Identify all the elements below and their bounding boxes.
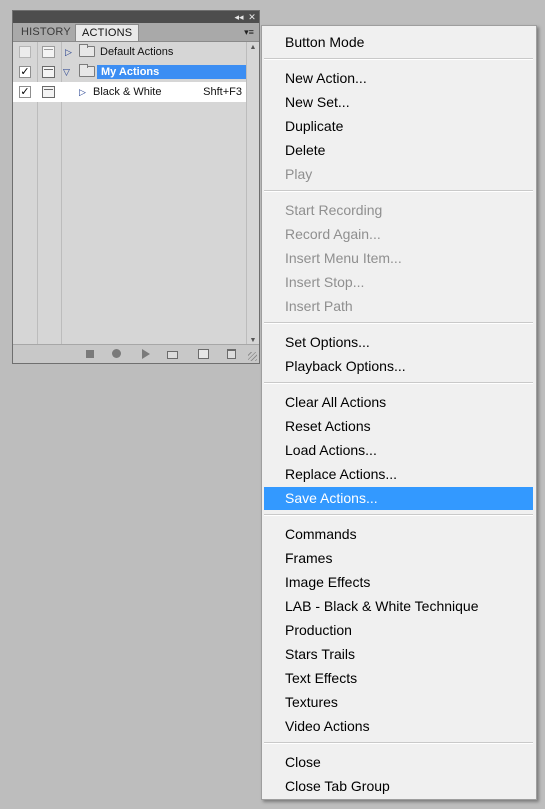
scroll-up-icon[interactable]: ▲ [247, 42, 259, 54]
menu-item-delete[interactable]: Delete [264, 139, 533, 161]
menu-item-clear-all-actions[interactable]: Clear All Actions [264, 391, 533, 413]
item-toggle-checkbox[interactable]: ✓ [19, 86, 31, 98]
menu-separator [264, 190, 533, 192]
menu-item-duplicate[interactable]: Duplicate [264, 115, 533, 137]
folder-icon [79, 44, 95, 57]
record-icon[interactable] [112, 349, 121, 358]
menu-item-insert-stop: Insert Stop... [285, 274, 365, 290]
dialog-toggle-icon[interactable] [42, 66, 55, 78]
panel-tabs: HISTORY ACTIONS ▾≡ [13, 23, 259, 42]
tab-history[interactable]: HISTORY [15, 24, 77, 41]
resize-grip-icon[interactable] [248, 352, 257, 361]
expand-triangle-icon[interactable]: ▷ [65, 47, 72, 57]
collapse-panel-icon[interactable]: ◂◂ [233, 11, 245, 23]
menu-separator [264, 322, 533, 324]
menu-separator [264, 58, 533, 60]
menu-item-frames[interactable]: Frames [264, 547, 533, 569]
dialog-toggle-icon[interactable] [42, 46, 55, 58]
menu-item-button-mode[interactable]: Button Mode [264, 31, 533, 53]
menu-item-set-options[interactable]: Set Options... [264, 331, 533, 353]
menu-item-start-recording: Start Recording [285, 202, 383, 218]
folder-icon [79, 64, 95, 77]
menu-item-new-action[interactable]: New Action... [264, 67, 533, 89]
menu-item-stars-trails[interactable]: Stars Trails [264, 643, 533, 665]
panel-bottom-toolbar [13, 344, 259, 363]
menu-item-video-actions[interactable]: Video Actions [264, 715, 533, 737]
menu-item-text-effects[interactable]: Text Effects [264, 667, 533, 689]
menu-item-commands[interactable]: Commands [264, 523, 533, 545]
actions-list: ▷ Default Actions ✓ ▽ My Actions ✓ ▷ Bla… [13, 42, 259, 347]
action-set-row-selected[interactable]: ✓ ▽ My Actions [13, 62, 246, 82]
new-action-icon[interactable] [198, 349, 209, 359]
expand-triangle-icon[interactable]: ▷ [79, 87, 86, 97]
menu-separator [264, 382, 533, 384]
stop-icon[interactable] [86, 350, 94, 358]
panel-title-bar[interactable]: ◂◂ ✕ [13, 11, 259, 23]
trash-icon[interactable] [227, 349, 236, 359]
menu-separator [264, 742, 533, 744]
menu-item-replace-actions[interactable]: Replace Actions... [264, 463, 533, 485]
menu-item-insert-path: Insert Path [285, 298, 353, 314]
tab-actions[interactable]: ACTIONS [75, 24, 140, 41]
action-set-label: My Actions [97, 65, 246, 79]
item-toggle-checkbox[interactable]: ✓ [19, 66, 31, 78]
menu-item-insert-menu-item: Insert Menu Item... [285, 250, 402, 266]
menu-item-load-actions[interactable]: Load Actions... [264, 439, 533, 461]
panel-menu-icon[interactable]: ▾≡ [242, 26, 256, 38]
menu-item-save-actions[interactable]: Save Actions... [264, 487, 533, 510]
menu-item-play: Play [285, 166, 313, 182]
play-icon[interactable] [142, 349, 150, 359]
action-set-label: Default Actions [100, 46, 174, 58]
close-panel-icon[interactable]: ✕ [246, 11, 258, 23]
menu-item-record-again: Record Again... [285, 226, 381, 242]
actions-panel: ◂◂ ✕ HISTORY ACTIONS ▾≡ ▷ Default Action… [12, 10, 260, 364]
action-shortcut: Shft+F3 [203, 86, 242, 98]
menu-item-close[interactable]: Close [264, 751, 533, 773]
menu-item-production[interactable]: Production [264, 619, 533, 641]
menu-item-lab-black-white[interactable]: LAB - Black & White Technique [264, 595, 533, 617]
collapse-triangle-icon[interactable]: ▽ [63, 67, 70, 77]
dialog-toggle-icon[interactable] [42, 86, 55, 98]
menu-item-textures[interactable]: Textures [264, 691, 533, 713]
menu-item-close-tab-group[interactable]: Close Tab Group [264, 775, 533, 797]
new-set-icon[interactable] [167, 351, 178, 359]
action-set-row[interactable]: ▷ Default Actions [13, 42, 246, 62]
menu-item-new-set[interactable]: New Set... [264, 91, 533, 113]
menu-item-playback-options[interactable]: Playback Options... [264, 355, 533, 377]
menu-item-reset-actions[interactable]: Reset Actions [264, 415, 533, 437]
actions-panel-menu: Button Mode New Action... New Set... Dup… [261, 25, 537, 800]
action-row[interactable]: ✓ ▷ Black & White Shft+F3 [13, 82, 246, 102]
menu-item-image-effects[interactable]: Image Effects [264, 571, 533, 593]
action-label: Black & White [93, 86, 162, 98]
item-toggle-checkbox[interactable] [19, 46, 31, 58]
vertical-scrollbar[interactable]: ▲ ▼ [247, 42, 259, 347]
menu-separator [264, 514, 533, 516]
